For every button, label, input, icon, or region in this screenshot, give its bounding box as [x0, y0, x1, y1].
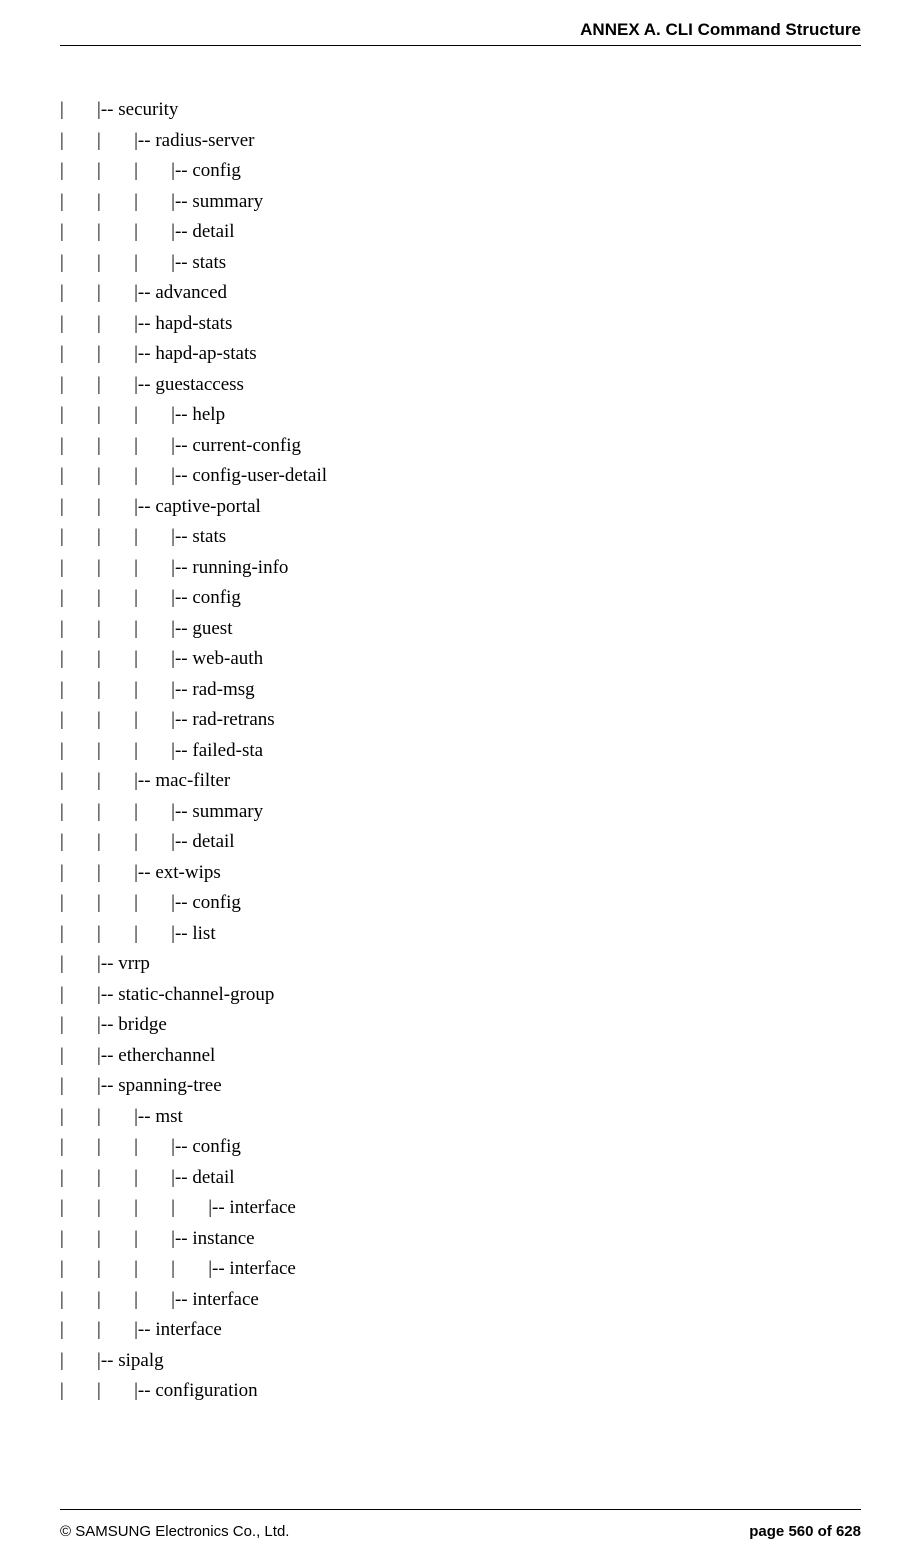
footer-divider — [60, 1509, 861, 1510]
header-divider — [60, 45, 861, 46]
cli-tree-content: | |-- security | | |-- radius-server | |… — [60, 95, 861, 1407]
page-header: ANNEX A. CLI Command Structure — [580, 20, 861, 40]
footer-page-number: page 560 of 628 — [749, 1523, 861, 1540]
footer-copyright: © SAMSUNG Electronics Co., Ltd. — [60, 1523, 289, 1540]
